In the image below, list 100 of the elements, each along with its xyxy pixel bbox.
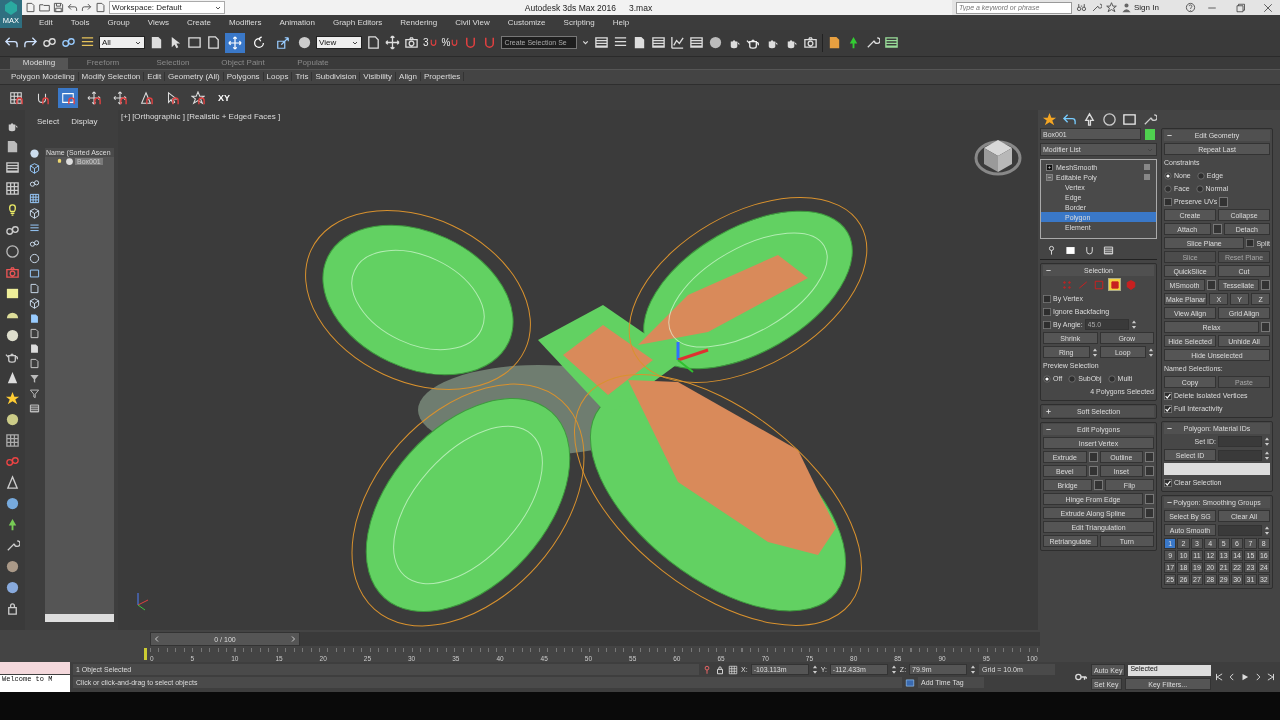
grid-icon[interactable] — [5, 181, 20, 197]
radio-button[interactable] — [1068, 374, 1077, 383]
page-icon[interactable] — [25, 2, 36, 13]
polygon-icon[interactable] — [1108, 278, 1121, 292]
move-tool[interactable] — [225, 32, 245, 53]
table-icon[interactable] — [28, 403, 40, 415]
menu-item[interactable]: Help — [603, 17, 639, 27]
play-icon[interactable] — [1240, 672, 1250, 683]
close-icon[interactable] — [1262, 1, 1274, 14]
settings-button[interactable] — [1145, 508, 1154, 519]
ribbon-panel-tab[interactable]: Loops — [263, 72, 293, 82]
collapse-icon[interactable] — [1045, 172, 1054, 182]
settings-button[interactable] — [1207, 280, 1216, 291]
move-icon[interactable] — [385, 35, 400, 51]
rect-icon[interactable] — [1065, 245, 1076, 257]
menu-item[interactable]: Create — [177, 17, 220, 27]
settings-button[interactable] — [1261, 280, 1270, 291]
forward-icon[interactable] — [1253, 672, 1263, 683]
tag-icon[interactable] — [905, 677, 915, 688]
ribbon-panel-tab[interactable]: Subdivision — [312, 72, 361, 82]
table-icon[interactable] — [884, 35, 900, 51]
radio-button[interactable] — [1196, 171, 1205, 180]
settings-button[interactable] — [1219, 196, 1229, 207]
spinner-arrows-icon[interactable] — [890, 664, 897, 676]
pin-icon[interactable] — [1046, 245, 1057, 257]
list-field[interactable] — [1164, 463, 1270, 476]
checkbox[interactable] — [1246, 239, 1255, 248]
spinner-arrows-icon[interactable] — [1091, 346, 1098, 358]
rectangle-icon[interactable] — [187, 35, 202, 51]
page-icon[interactable] — [5, 139, 20, 155]
transform-gizmo[interactable] — [676, 342, 709, 374]
camera-icon[interactable] — [803, 35, 819, 51]
ribbon-panel-tab[interactable]: Properties — [420, 72, 465, 82]
reference-coordinate-dropdown[interactable]: View — [316, 36, 362, 50]
checkbox[interactable] — [1164, 404, 1172, 413]
ribbon-panel-tab[interactable]: Modify Selection — [78, 72, 145, 82]
radio-button[interactable] — [1195, 184, 1204, 193]
spinner-arrows-icon[interactable] — [1130, 319, 1137, 331]
help-icon[interactable] — [1185, 2, 1196, 13]
radio-button[interactable] — [1043, 374, 1051, 383]
ribbon-tab[interactable]: Object Paint — [208, 57, 278, 69]
binoculars-icon[interactable] — [1076, 2, 1087, 13]
spinner-arrows-icon[interactable] — [1264, 524, 1270, 536]
ribbon-panel-tab[interactable]: Visibility — [360, 72, 397, 82]
cube-icon[interactable] — [28, 298, 40, 310]
page-icon[interactable] — [149, 35, 164, 51]
table-icon[interactable] — [5, 160, 20, 176]
back-icon[interactable] — [1227, 672, 1237, 683]
viewcube-icon[interactable] — [974, 140, 1022, 176]
checkbox[interactable] — [1164, 391, 1172, 400]
ribbon-panel-tab[interactable]: Geometry (All) — [165, 72, 224, 82]
spinner-arrows-icon[interactable] — [1264, 449, 1270, 461]
previous-icon[interactable] — [1214, 672, 1224, 683]
star-icon[interactable] — [1106, 2, 1117, 13]
checkbox[interactable] — [1043, 307, 1051, 316]
ribbon-tab[interactable]: Modeling — [10, 57, 68, 69]
lock-icon[interactable] — [715, 664, 725, 675]
workspace-dropdown[interactable]: Workspace: Default — [109, 1, 225, 14]
toggle-box[interactable] — [1144, 174, 1150, 181]
snap-toggle[interactable]: % — [441, 37, 460, 49]
object-color-swatch[interactable] — [1145, 128, 1155, 140]
spinner-arrows-icon[interactable] — [1148, 346, 1154, 358]
cube-icon[interactable] — [28, 163, 40, 175]
ribbon-tool-button[interactable]: XY — [214, 87, 234, 108]
ribbon-panel-tab[interactable]: Edit — [144, 72, 166, 82]
sign-in-button[interactable]: Sign In — [1121, 2, 1181, 13]
spinner-arrows-icon[interactable] — [1264, 436, 1270, 448]
listener-field[interactable] — [0, 662, 70, 675]
table-icon[interactable] — [1103, 245, 1114, 257]
menu-item[interactable]: Views — [138, 17, 178, 27]
menu-item[interactable]: Civil View — [446, 17, 499, 27]
menu-item[interactable]: Group — [98, 17, 139, 27]
viewport[interactable]: [+] [Orthographic ] [Realistic + Edged Faces ] — [118, 110, 1038, 631]
checkbox[interactable] — [1043, 294, 1051, 303]
explorer-menu[interactable]: Select — [37, 116, 60, 126]
redo-icon[interactable] — [81, 2, 92, 13]
rect-icon[interactable] — [28, 268, 40, 280]
radio-button[interactable] — [1164, 184, 1172, 193]
ribbon-panel-tab[interactable]: Polygons — [223, 72, 264, 82]
link-icon[interactable] — [28, 178, 40, 190]
grid-icon[interactable] — [28, 193, 40, 205]
cube-icon[interactable] — [28, 208, 40, 220]
menu-item[interactable]: Customize — [498, 17, 555, 27]
settings-button[interactable] — [1145, 452, 1154, 463]
filter-icon[interactable] — [28, 388, 40, 400]
page-icon[interactable] — [28, 328, 40, 340]
folder-icon[interactable] — [39, 2, 50, 13]
caret-icon[interactable] — [581, 38, 591, 48]
next-icon[interactable] — [1266, 672, 1276, 683]
explorer-menu[interactable]: Display — [71, 116, 98, 126]
ribbon-tab[interactable]: Populate — [278, 57, 348, 69]
chart-icon[interactable] — [670, 35, 686, 51]
radio-button[interactable] — [1164, 171, 1172, 180]
menu-item[interactable]: Tools — [61, 17, 99, 27]
ribbon-panel-tab[interactable]: Align — [396, 72, 421, 82]
checkbox[interactable] — [1164, 197, 1172, 206]
settings-button[interactable] — [1145, 466, 1154, 477]
grid-icon[interactable] — [5, 433, 20, 449]
page-icon[interactable] — [28, 358, 40, 370]
restore-icon[interactable] — [1234, 1, 1246, 14]
